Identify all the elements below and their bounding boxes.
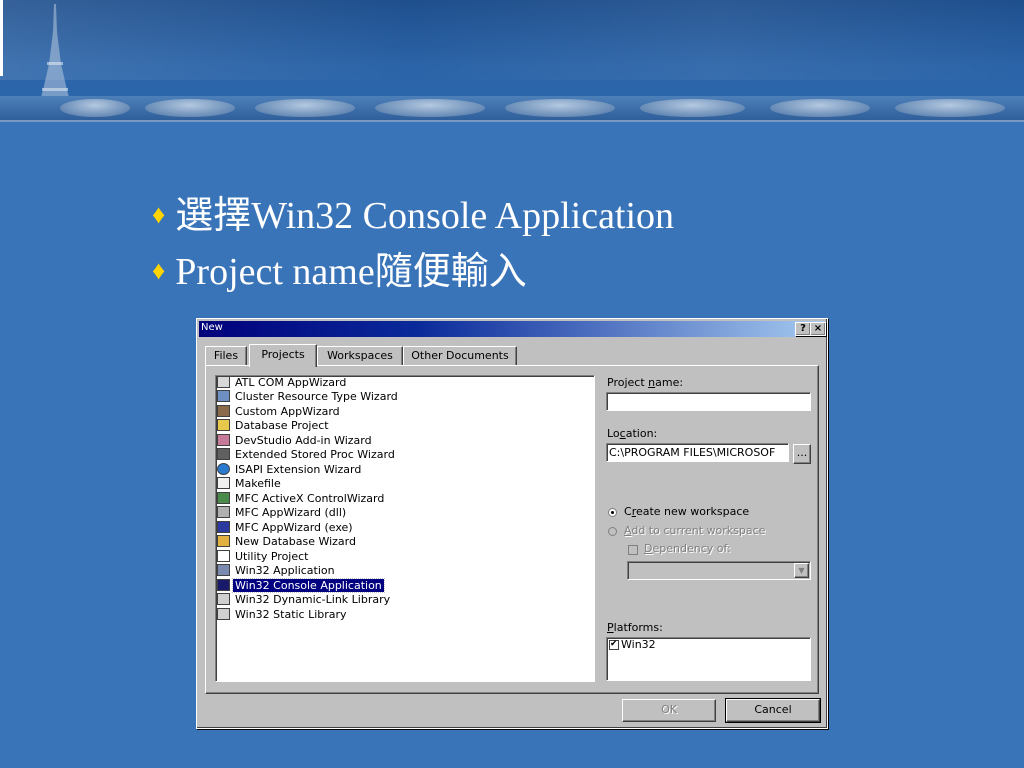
platform-checkbox[interactable]: ✔ (609, 639, 619, 650)
keyboard-key-shape (255, 99, 355, 117)
platforms-list[interactable]: ✔ Win32 (606, 637, 811, 681)
create-workspace-radio[interactable] (608, 508, 617, 517)
bullet-item: ♦ Project name隨便輸入 (152, 246, 674, 302)
static-lib-icon (217, 608, 230, 620)
keyboard-key-shape (60, 99, 130, 117)
dependency-label[interactable]: Dependency of: (644, 542, 731, 555)
console-app-icon (217, 579, 230, 591)
keyboard-key-shape (640, 99, 745, 117)
browse-button[interactable]: ... (793, 444, 811, 464)
custom-appwizard-icon (217, 405, 230, 417)
atl-project-icon (217, 376, 230, 388)
win32-app-icon (217, 564, 230, 576)
list-item[interactable]: DevStudio Add-in Wizard (217, 434, 374, 448)
list-item[interactable]: ISAPI Extension Wizard (217, 463, 363, 477)
dialog-title: New (201, 322, 223, 333)
keyboard-key-shape (505, 99, 615, 117)
list-item[interactable]: MFC AppWizard (dll) (217, 506, 348, 520)
stored-proc-icon (217, 448, 230, 460)
diamond-bullet-icon: ♦ (152, 256, 166, 285)
checkmark-icon: ✔ (610, 639, 618, 649)
diamond-bullet-icon: ♦ (152, 200, 166, 229)
list-item[interactable]: Database Project (217, 419, 331, 433)
list-item[interactable]: New Database Wizard (217, 535, 358, 549)
banner-highlight (0, 0, 1024, 80)
tab-files[interactable]: Files (205, 346, 247, 365)
list-item[interactable]: Win32 Static Library (217, 608, 349, 622)
location-input[interactable]: C:\PROGRAM FILES\MICROSOF (606, 443, 789, 462)
list-item[interactable]: Win32 Dynamic-Link Library (217, 593, 392, 607)
dll-icon (217, 593, 230, 605)
list-item-selected[interactable]: Win32 Console Application (217, 578, 385, 593)
platform-label: Win32 (621, 638, 656, 651)
makefile-icon (217, 477, 230, 489)
help-button[interactable]: ? (795, 322, 811, 336)
tab-projects[interactable]: Projects (249, 344, 317, 367)
banner-bottom-edge (0, 120, 1024, 122)
wand-icon (217, 535, 230, 547)
dependency-dropdown[interactable] (627, 561, 811, 580)
bullet-list: ♦ 選擇Win32 Console Application ♦ Project na… (152, 190, 674, 302)
tab-workspaces[interactable]: Workspaces (317, 346, 403, 365)
project-name-label: Project name: (607, 376, 684, 389)
cluster-project-icon (217, 390, 230, 402)
bullet-item: ♦ 選擇Win32 Console Application (152, 190, 674, 246)
activex-icon (217, 492, 230, 504)
bullet-text: 選擇Win32 Console Application (175, 195, 675, 237)
cancel-button[interactable]: Cancel (725, 698, 821, 723)
list-item[interactable]: Extended Stored Proc Wizard (217, 448, 397, 462)
projects-tab-panel: ATL COM AppWizard Cluster Resource Type … (205, 365, 819, 694)
tab-other-documents[interactable]: Other Documents (403, 346, 517, 365)
globe-icon (217, 463, 230, 475)
banner-edge-mark (0, 0, 3, 76)
dependency-checkbox[interactable] (628, 545, 638, 555)
database-project-icon (217, 419, 230, 431)
list-item[interactable]: ATL COM AppWizard (217, 376, 348, 390)
chevron-down-icon[interactable]: ▼ (794, 563, 809, 578)
platform-item[interactable]: ✔ Win32 (609, 638, 810, 652)
project-type-list[interactable]: ATL COM AppWizard Cluster Resource Type … (215, 375, 595, 682)
add-workspace-radio[interactable] (608, 527, 617, 536)
ok-button[interactable]: OK (622, 699, 716, 722)
keyboard-key-shape (895, 99, 1005, 117)
addin-wizard-icon (217, 434, 230, 446)
dialog-title-bar[interactable]: New ? × (199, 321, 826, 337)
new-project-dialog: New ? × Files Projects Workspaces Other … (196, 318, 828, 729)
list-item[interactable]: Makefile (217, 477, 283, 491)
project-name-input[interactable] (606, 392, 811, 411)
utility-icon (217, 550, 230, 562)
location-label: Location: (607, 427, 658, 440)
list-item[interactable]: Utility Project (217, 550, 311, 564)
keyboard-key-shape (770, 99, 870, 117)
header-banner (0, 0, 1024, 122)
mfc-dll-icon (217, 506, 230, 518)
list-item[interactable]: Custom AppWizard (217, 405, 342, 419)
bullet-text: Project name隨便輸入 (175, 251, 527, 293)
keyboard-key-shape (375, 99, 485, 117)
platforms-label: Platforms: (607, 621, 663, 634)
list-item[interactable]: Win32 Application (217, 564, 337, 578)
list-item[interactable]: MFC AppWizard (exe) (217, 521, 355, 535)
mfc-exe-icon (217, 521, 230, 533)
add-workspace-label[interactable]: Add to current workspace (624, 524, 765, 537)
list-item[interactable]: Cluster Resource Type Wizard (217, 390, 400, 404)
create-workspace-label[interactable]: Create new workspace (624, 505, 749, 518)
keyboard-key-shape (145, 99, 235, 117)
close-button[interactable]: × (810, 322, 826, 336)
list-item[interactable]: MFC ActiveX ControlWizard (217, 492, 386, 506)
